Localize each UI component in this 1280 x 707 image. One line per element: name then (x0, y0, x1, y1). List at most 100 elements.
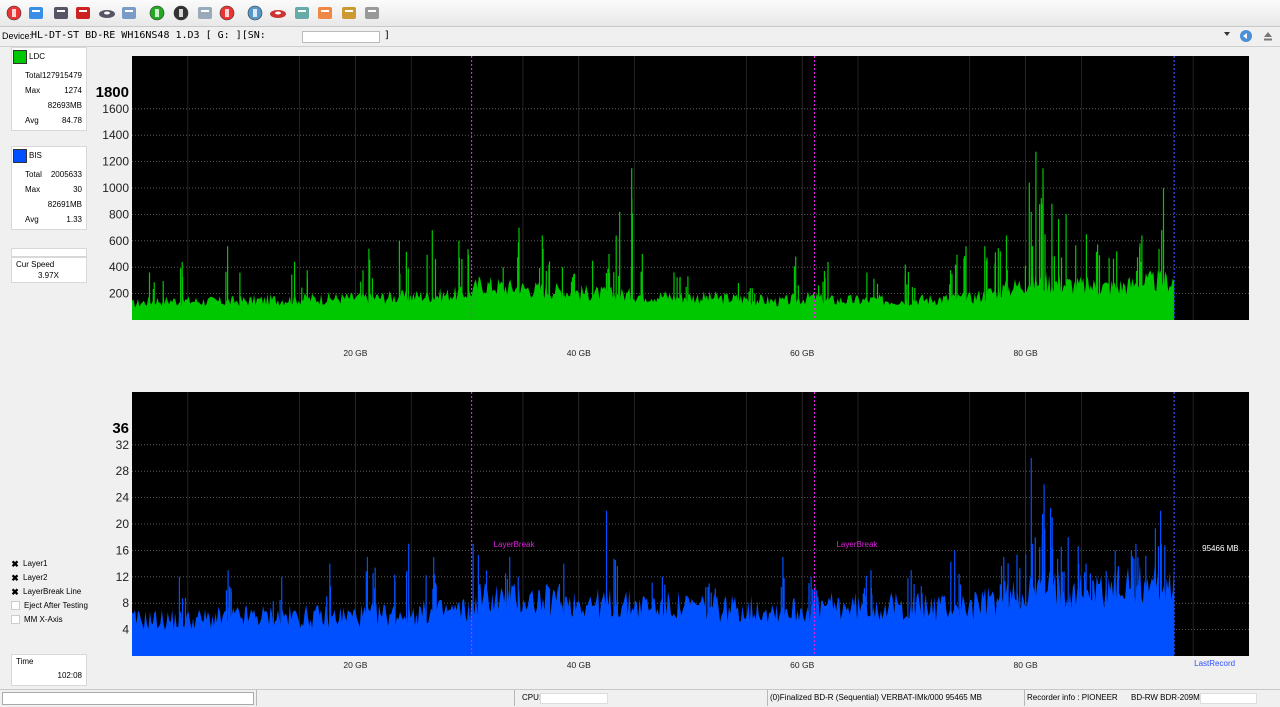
spacer-box (11, 248, 87, 257)
ldc-total: 127915479 (41, 71, 82, 80)
option-label: Eject After Testing (24, 601, 88, 610)
option-checkbox-icon[interactable] (11, 615, 20, 625)
bis-total-row: Total 2005633 (25, 170, 82, 179)
device-dropdown-icon[interactable] (1224, 32, 1230, 36)
option-checkbox-icon[interactable]: ✖ (11, 587, 19, 596)
option-checkbox-icon[interactable]: ✖ (11, 573, 19, 582)
check-icon[interactable] (195, 3, 215, 23)
ldc-avg: 84.78 (61, 116, 82, 125)
ldc-total-row: Total 127915479 (25, 71, 82, 80)
ldc-chart: 200 400 600 800 1000 1200 1400 16001800 20 GB 40 … (96, 56, 1249, 358)
globe-icon[interactable] (292, 3, 312, 23)
stop-icon[interactable] (217, 3, 237, 23)
option-eject-after-testing[interactable]: Eject After Testing (11, 601, 88, 611)
y-tick-label: 1400 (102, 128, 129, 142)
y-tick-label: 12 (116, 570, 130, 584)
ldc-max-position: 82693MB (47, 101, 82, 110)
cur-speed-value: 3.97X (38, 271, 59, 280)
ldc-color-swatch (13, 50, 27, 64)
config-icon[interactable] (26, 3, 46, 23)
disc-info: (0)Finalized BD-R (Sequential) VERBAT-IM… (770, 693, 982, 702)
x-tick-label: 60 GB (790, 348, 814, 358)
option-label: MM X-Axis (24, 615, 63, 624)
disc-info-icon[interactable] (245, 3, 265, 23)
time-value: 102:08 (57, 671, 82, 680)
x-tick-label: 60 GB (790, 660, 814, 670)
y-tick-label: 28 (116, 464, 130, 478)
toolbar (0, 0, 1280, 27)
ldc-max-position-row: 82693MB (12, 101, 82, 113)
option-label: Layer2 (23, 573, 48, 582)
power-icon[interactable] (4, 3, 24, 23)
device-refresh-icon[interactable] (1239, 29, 1253, 43)
time-label: Time (16, 657, 34, 666)
option-label: LayerBreak Line (23, 587, 82, 596)
print-icon[interactable] (362, 3, 382, 23)
y-top-label: 1800 (96, 84, 129, 101)
bis-color-swatch (13, 149, 27, 163)
y-tick-label: 600 (109, 234, 129, 248)
y-tick-label: 200 (109, 287, 129, 301)
device-eject-icon[interactable] (1261, 29, 1275, 43)
y-tick-label: 8 (122, 596, 129, 610)
recorder-serial-field (1200, 693, 1257, 704)
device-bar: Device: HL-DT-ST BD-RE WH16NS48 1.D3 [ G… (0, 27, 1280, 47)
option-mm-x-axis[interactable]: MM X-Axis (11, 615, 63, 625)
cpu-label: CPU: (522, 693, 542, 702)
bis-stats: BIS Total 2005633 Max 30 82691MB Avg 1.33 (11, 146, 87, 230)
bis-total: 2005633 (50, 170, 82, 179)
x-tick-label: 40 GB (567, 348, 591, 358)
disc-erase-icon[interactable] (73, 3, 93, 23)
y-tick-label: 16 (116, 543, 130, 557)
layer-break-label: LayerBreak (836, 540, 878, 549)
last-record-label: LastRecord (1194, 659, 1235, 668)
bis-avg-row: Avg 1.33 (25, 215, 82, 224)
status-progress-field (2, 692, 254, 705)
device-label: Device: (2, 31, 33, 41)
option-layer1[interactable]: ✖ Layer1 (11, 559, 47, 568)
y-tick-label: 24 (116, 491, 130, 505)
option-layerbreak-line[interactable]: ✖ LayerBreak Line (11, 587, 81, 596)
time-box: Time 102:08 (11, 654, 87, 686)
cpu-meter (540, 693, 608, 704)
status-bar: CPU: (0)Finalized BD-R (Sequential) VERB… (0, 689, 1280, 707)
layer-break-label: LayerBreak (494, 540, 536, 549)
stats-panel: LDC Total 127915479 Max 1274 82693MB Avg 84… (8, 47, 88, 687)
y-top-label: 36 (112, 420, 129, 437)
serial-number-field (302, 31, 380, 43)
refresh-icon[interactable] (147, 3, 167, 23)
option-layer2[interactable]: ✖ Layer2 (11, 573, 47, 582)
y-tick-label: 1000 (102, 181, 129, 195)
recorder-info-label: Recorder info : PIONEER (1027, 693, 1118, 702)
ldc-avg-row: Avg 84.78 (25, 116, 82, 125)
y-tick-label: 20 (116, 517, 130, 531)
y-tick-label: 400 (109, 260, 129, 274)
scan-icon[interactable] (119, 3, 139, 23)
x-tick-label: 40 GB (567, 660, 591, 670)
ldc-max-row: Max 1274 (25, 86, 82, 95)
bis-chart: 4 8 12 16 20 24 28 3236 20 GB 40 GB 60 GB 80 GB Laye… (112, 392, 1249, 670)
end-size-label: 95466 MB (1202, 544, 1238, 553)
bis-max-position-row: 82691MB (12, 200, 82, 212)
speed-box: Cur Speed 3.97X (11, 257, 87, 283)
y-tick-label: 1600 (102, 102, 129, 116)
device-name[interactable]: HL-DT-ST BD-RE WH16NS48 1.D3 [ G: ][SN: (31, 30, 266, 41)
option-checkbox-icon[interactable] (11, 601, 20, 611)
y-tick-label: 32 (116, 438, 130, 452)
option-checkbox-icon[interactable]: ✖ (11, 559, 19, 568)
ldc-stats: LDC Total 127915479 Max 1274 82693MB Avg 84… (11, 47, 87, 131)
x-tick-label: 80 GB (1014, 348, 1038, 358)
device-icon[interactable] (51, 3, 71, 23)
disc-icon[interactable] (97, 3, 117, 23)
option-label: Layer1 (23, 559, 48, 568)
record-icon[interactable] (171, 3, 191, 23)
tools-icon[interactable] (315, 3, 335, 23)
x-tick-label: 80 GB (1014, 660, 1038, 670)
y-tick-label: 800 (109, 207, 129, 221)
bis-legend-label: BIS (29, 151, 42, 160)
cur-speed-label: Cur Speed (16, 260, 55, 269)
burn-icon[interactable] (268, 3, 288, 23)
device-name-end: ] (384, 30, 391, 41)
chart-icon[interactable] (339, 3, 359, 23)
y-tick-label: 4 (122, 623, 129, 637)
